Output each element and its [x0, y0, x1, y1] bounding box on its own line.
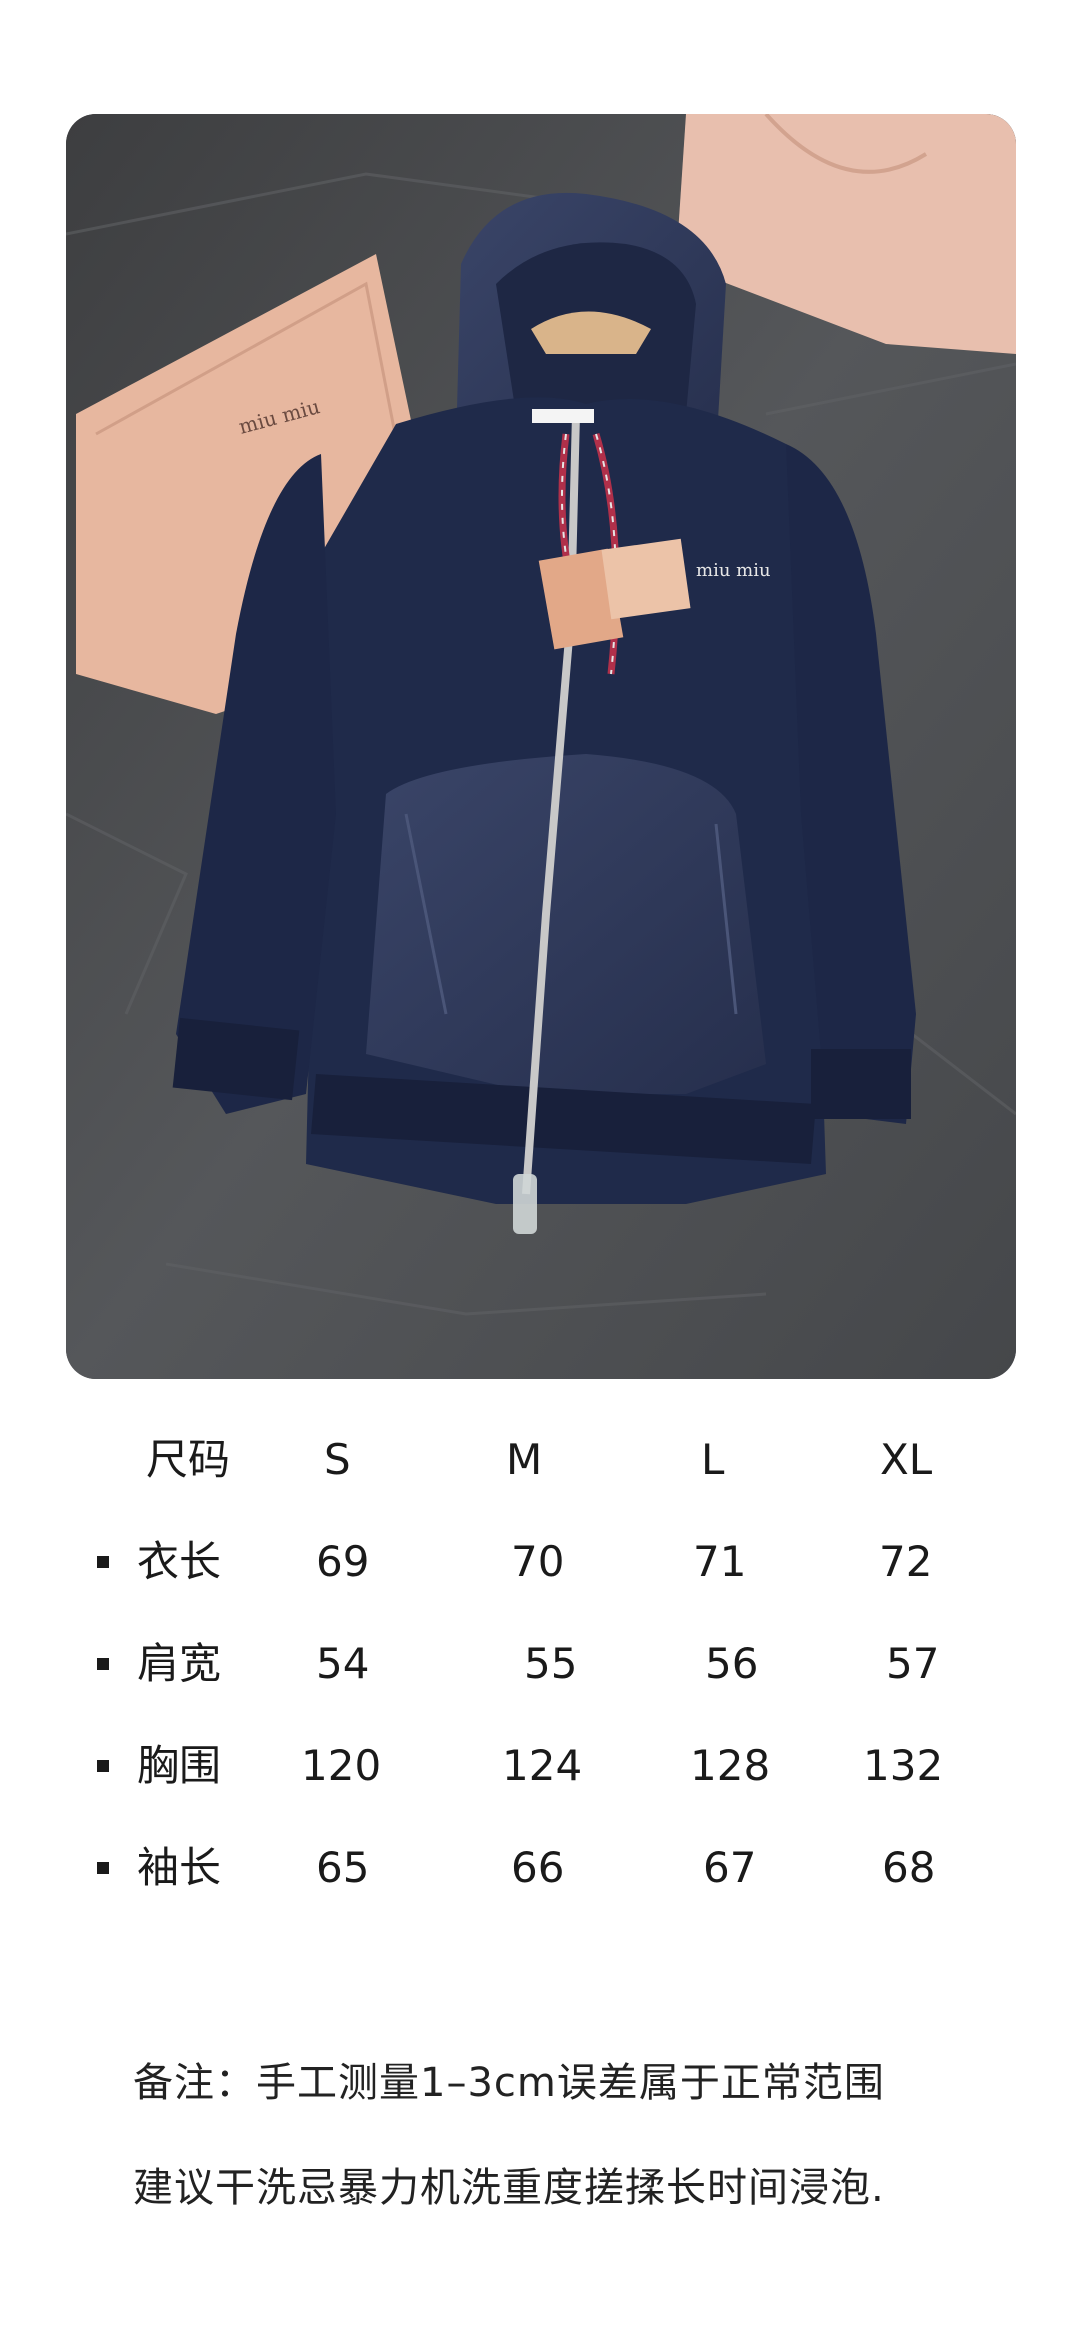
size-header-l: L	[701, 1435, 725, 1484]
size-header-row: 尺码 S M L XL	[0, 1420, 1080, 1500]
value-l: 128	[690, 1741, 771, 1790]
row-label: 胸围	[137, 1741, 222, 1790]
size-header-label: 尺码	[146, 1435, 231, 1484]
bullet-icon	[97, 1658, 109, 1670]
size-header-s: S	[324, 1435, 351, 1484]
chest-logo: miu miu	[696, 560, 771, 581]
bullet-icon	[97, 1556, 109, 1568]
value-s: 65	[316, 1843, 370, 1892]
size-row-length: 衣长 69 70 71 72	[0, 1522, 1080, 1602]
value-m: 55	[524, 1639, 578, 1688]
value-s: 54	[316, 1639, 370, 1688]
value-l: 67	[703, 1843, 757, 1892]
value-xl: 57	[886, 1639, 940, 1688]
row-label: 袖长	[137, 1843, 222, 1892]
note-washing: 建议干洗忌暴力机洗重度搓揉长时间浸泡.	[133, 2165, 885, 2211]
value-m: 124	[502, 1741, 583, 1790]
size-row-sleeve: 袖长 65 66 67 68	[0, 1828, 1080, 1908]
value-s: 69	[316, 1537, 370, 1586]
value-s: 120	[301, 1741, 382, 1790]
bullet-icon	[97, 1862, 109, 1874]
value-m: 70	[511, 1537, 565, 1586]
value-m: 66	[511, 1843, 565, 1892]
product-photo: miu miu miu miu	[66, 114, 1016, 1379]
value-l: 56	[705, 1639, 759, 1688]
bullet-icon	[97, 1760, 109, 1772]
size-header-m: M	[506, 1435, 543, 1484]
size-row-chest: 胸围 120 124 128 132	[0, 1726, 1080, 1806]
value-xl: 72	[879, 1537, 933, 1586]
size-row-shoulder: 肩宽 54 55 56 57	[0, 1624, 1080, 1704]
row-label: 肩宽	[137, 1639, 222, 1688]
value-l: 71	[693, 1537, 747, 1586]
row-label: 衣长	[137, 1537, 222, 1586]
note-measurement: 备注：手工测量1–3cm误差属于正常范围	[133, 2060, 885, 2106]
value-xl: 132	[863, 1741, 944, 1790]
size-header-xl: XL	[880, 1435, 933, 1484]
value-xl: 68	[882, 1843, 936, 1892]
